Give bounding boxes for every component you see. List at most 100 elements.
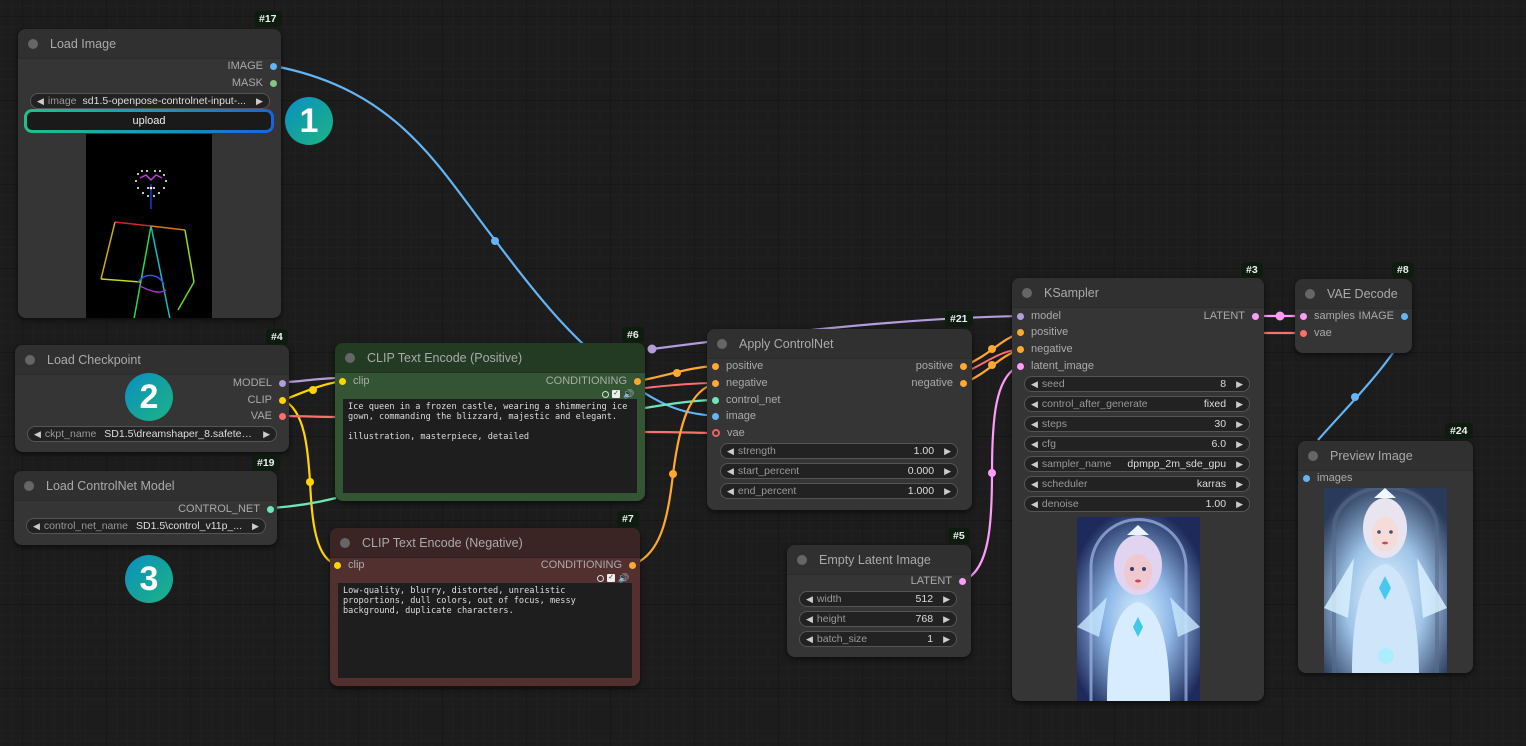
output-slot-image[interactable]: IMAGE [1348,308,1408,324]
right-arrow-icon[interactable]: ▶ [943,614,950,625]
input-pin-icon[interactable] [712,379,719,387]
output-pin-icon[interactable] [270,79,277,87]
batch-size-number-widget[interactable]: ◀ batch_size 1 ▶ [799,631,957,647]
node-preview-image[interactable]: Preview Image images [1298,441,1473,673]
prompt-textarea[interactable]: Ice queen in a frozen castle, wearing a … [343,399,637,493]
node-title-bar[interactable]: Load Image [18,29,281,59]
output-slot-negative[interactable]: negative [867,375,967,391]
denoise-number-widget[interactable]: ◀ denoise 1.00 ▶ [1024,496,1250,512]
input-slot-clip[interactable]: clip [339,373,370,389]
input-slot-positive[interactable]: positive [712,358,763,374]
output-pin-icon[interactable] [629,561,636,569]
checkbox-icon[interactable]: ✓ [612,390,620,398]
height-number-widget[interactable]: ◀ height 768 ▶ [799,611,957,627]
output-slot-conditioning[interactable]: CONDITIONING [491,373,641,389]
output-pin-icon[interactable] [634,377,641,385]
input-pin-icon[interactable] [1017,312,1024,320]
right-arrow-icon[interactable]: ▶ [944,486,951,497]
scheduler-combo-widget[interactable]: ◀ scheduler karras ▶ [1024,476,1250,492]
left-arrow-icon[interactable]: ◀ [1031,459,1038,470]
input-slot-latent-image[interactable]: latent_image [1017,358,1094,374]
output-pin-icon[interactable] [960,362,967,370]
collapse-dot-icon[interactable] [340,537,350,548]
left-arrow-icon[interactable]: ◀ [33,521,40,532]
right-arrow-icon[interactable]: ▶ [256,96,263,107]
input-pin-icon[interactable] [1017,362,1024,370]
input-pin-icon[interactable] [1300,312,1307,320]
right-arrow-icon[interactable]: ▶ [263,429,270,440]
collapse-dot-icon[interactable] [1305,288,1315,299]
output-slot-latent[interactable]: LATENT [866,573,966,589]
circle-toggle-icon[interactable] [602,390,609,398]
input-slot-samples[interactable]: samples [1300,308,1355,324]
input-slot-images[interactable]: images [1303,470,1352,486]
node-vae-decode[interactable]: VAE Decode samples vae IMAGE [1295,279,1412,353]
left-arrow-icon[interactable]: ◀ [34,429,41,440]
left-arrow-icon[interactable]: ◀ [37,96,44,107]
right-arrow-icon[interactable]: ▶ [1236,439,1243,450]
output-pin-icon[interactable] [1401,312,1408,320]
node-clip-text-encode-positive[interactable]: CLIP Text Encode (Positive) clip CONDITI… [335,343,645,501]
cfg-number-widget[interactable]: ◀ cfg 6.0 ▶ [1024,436,1250,452]
left-arrow-icon[interactable]: ◀ [806,614,813,625]
node-load-controlnet-model[interactable]: Load ControlNet Model CONTROL_NET ◀ cont… [14,471,277,545]
collapse-dot-icon[interactable] [24,480,34,491]
input-slot-negative[interactable]: negative [1017,341,1073,357]
image-combo-widget[interactable]: ◀ image sd1.5-openpose-controlnet-input-… [30,93,270,109]
output-slot-conditioning[interactable]: CONDITIONING [486,557,636,573]
input-slot-positive[interactable]: positive [1017,324,1068,340]
output-preview-image[interactable] [1324,488,1447,673]
collapse-dot-icon[interactable] [345,352,355,363]
output-pin-icon[interactable] [270,62,277,70]
output-slot-image[interactable]: IMAGE [157,58,277,74]
input-slot-vae[interactable]: vae [712,425,745,441]
output-slot-vae[interactable]: VAE [166,408,286,424]
output-slot-mask[interactable]: MASK [157,75,277,91]
right-arrow-icon[interactable]: ▶ [1236,399,1243,410]
right-arrow-icon[interactable]: ▶ [943,594,950,605]
output-slot-latent[interactable]: LATENT [1159,308,1259,324]
input-slot-model[interactable]: model [1017,308,1061,324]
width-number-widget[interactable]: ◀ width 512 ▶ [799,591,957,607]
left-arrow-icon[interactable]: ◀ [1031,439,1038,450]
input-pin-icon[interactable] [1017,328,1024,336]
left-arrow-icon[interactable]: ◀ [1031,419,1038,430]
input-slot-image[interactable]: image [712,408,756,424]
input-pin-icon[interactable] [712,362,719,370]
output-pin-icon[interactable] [279,396,286,404]
left-arrow-icon[interactable]: ◀ [1031,479,1038,490]
node-apply-controlnet[interactable]: Apply ControlNet positive negative contr… [707,329,972,510]
input-slot-negative[interactable]: negative [712,375,768,391]
seed-number-widget[interactable]: ◀ seed 8 ▶ [1024,376,1250,392]
strength-number-widget[interactable]: ◀ strength 1.00 ▶ [720,443,958,459]
input-slot-clip[interactable]: clip [334,557,365,573]
right-arrow-icon[interactable]: ▶ [943,634,950,645]
control-net-name-combo-widget[interactable]: ◀ control_net_name SD1.5\control_v11p_..… [26,518,266,534]
input-pin-icon[interactable] [339,377,346,385]
node-empty-latent-image[interactable]: Empty Latent Image LATENT ◀ width 512 ▶ … [787,545,971,657]
start-percent-number-widget[interactable]: ◀ start_percent 0.000 ▶ [720,463,958,479]
output-pin-icon[interactable] [960,379,967,387]
collapse-dot-icon[interactable] [25,354,35,365]
checkbox-icon[interactable]: ✓ [607,574,615,582]
input-pin-icon[interactable] [712,396,719,404]
upload-button[interactable]: upload [24,109,274,133]
prompt-textarea[interactable]: Low-quality, blurry, distorted, unrealis… [338,583,632,678]
left-arrow-icon[interactable]: ◀ [727,446,734,457]
node-title-bar[interactable]: Preview Image [1298,441,1473,471]
input-pin-icon[interactable] [1017,345,1024,353]
node-ksampler[interactable]: KSampler model positive negative latent_… [1012,278,1264,701]
node-title-bar[interactable]: CLIP Text Encode (Positive) [335,343,645,373]
input-pin-icon[interactable] [1300,329,1307,337]
left-arrow-icon[interactable]: ◀ [806,634,813,645]
input-pin-icon[interactable] [334,561,341,569]
ckpt-name-combo-widget[interactable]: ◀ ckpt_name SD1.5\dreamshaper_8.safeten.… [27,426,277,442]
right-arrow-icon[interactable]: ▶ [1236,459,1243,470]
circle-toggle-icon[interactable] [597,574,604,582]
right-arrow-icon[interactable]: ▶ [1236,499,1243,510]
node-title-bar[interactable]: KSampler [1012,278,1264,308]
node-title-bar[interactable]: Empty Latent Image [787,545,971,575]
collapse-dot-icon[interactable] [717,338,727,349]
output-slot-positive[interactable]: positive [867,358,967,374]
left-arrow-icon[interactable]: ◀ [1031,379,1038,390]
